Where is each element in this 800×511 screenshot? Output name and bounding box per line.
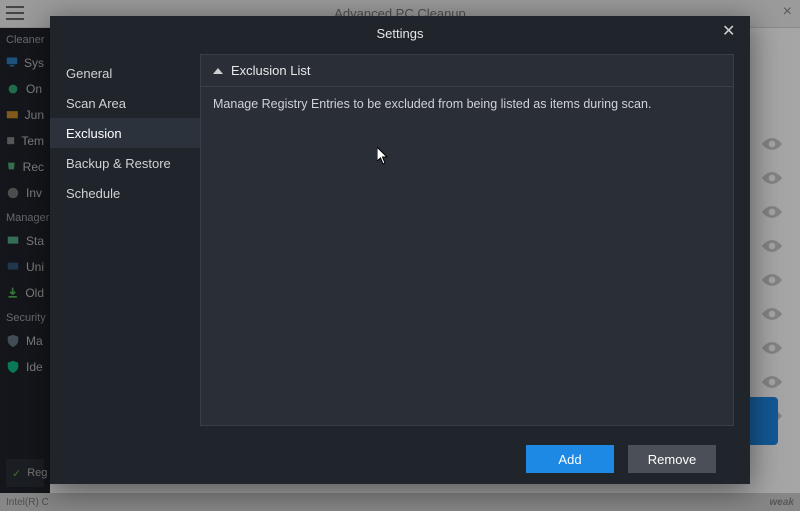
modal-title: Settings [377,26,424,41]
modal-footer: Add Remove [200,440,734,484]
nav-item-scan-area[interactable]: Scan Area [50,88,200,118]
exclusion-panel: Exclusion List Manage Registry Entries t… [200,54,734,426]
chevron-up-icon [213,68,223,74]
settings-nav: General Scan Area Exclusion Backup & Res… [50,50,200,484]
nav-item-exclusion[interactable]: Exclusion [50,118,200,148]
modal-header: Settings ✕ [50,16,750,50]
nav-item-schedule[interactable]: Schedule [50,178,200,208]
nav-item-general[interactable]: General [50,58,200,88]
nav-item-backup-restore[interactable]: Backup & Restore [50,148,200,178]
panel-header[interactable]: Exclusion List [201,55,733,87]
settings-content: Exclusion List Manage Registry Entries t… [200,50,750,484]
modal-body: General Scan Area Exclusion Backup & Res… [50,50,750,484]
panel-description: Manage Registry Entries to be excluded f… [201,87,733,121]
panel-title: Exclusion List [231,63,310,78]
close-icon[interactable]: ✕ [722,24,740,42]
add-button[interactable]: Add [526,445,614,473]
remove-button[interactable]: Remove [628,445,716,473]
exclusion-list-area [201,121,733,425]
settings-modal: Settings ✕ General Scan Area Exclusion B… [50,16,750,484]
modal-overlay: Settings ✕ General Scan Area Exclusion B… [0,0,800,511]
